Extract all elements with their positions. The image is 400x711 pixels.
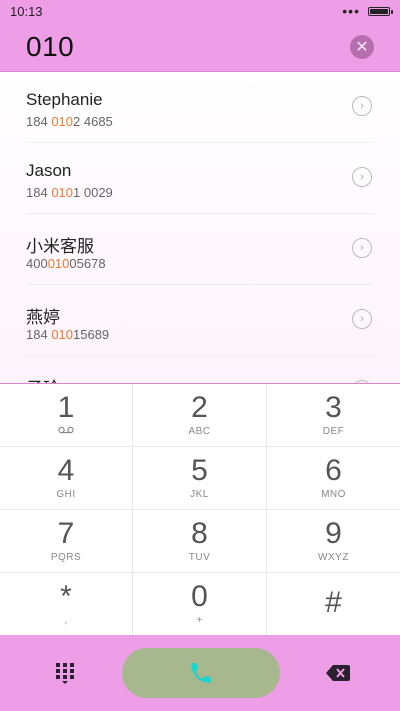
dialer-action-bar xyxy=(0,635,400,711)
key-letters: + xyxy=(196,615,203,626)
close-icon: ✕ xyxy=(355,38,369,56)
key-letters: , xyxy=(64,615,68,626)
key-digit: 3 xyxy=(325,391,342,424)
key-3[interactable]: 3 DEF xyxy=(267,384,400,447)
status-bar: 10:13 ••• xyxy=(0,0,400,22)
key-star[interactable]: * , xyxy=(0,573,133,636)
status-time: 10:13 xyxy=(10,3,43,19)
dialpad-toggle-button[interactable] xyxy=(55,662,75,684)
key-2[interactable]: 2 ABC xyxy=(133,384,267,447)
key-9[interactable]: 9 WXYZ xyxy=(267,510,400,573)
contact-number: 40001005678 xyxy=(26,256,106,271)
battery-icon xyxy=(368,6,393,16)
voicemail-icon xyxy=(58,426,74,437)
contact-number: 184 01015689 xyxy=(26,327,110,342)
key-digit: 0 xyxy=(191,580,208,613)
number-match: 010 xyxy=(51,114,74,129)
number-match: 010 xyxy=(47,256,70,271)
key-letters: TUV xyxy=(188,552,211,563)
key-digit: 5 xyxy=(191,454,208,487)
key-letters: WXYZ xyxy=(318,552,349,563)
key-digit: # xyxy=(325,585,342,619)
key-4[interactable]: 4 GHI xyxy=(0,447,133,510)
key-digit: 9 xyxy=(325,517,342,550)
contact-name: 小米客服 xyxy=(26,237,94,256)
result-row[interactable]: Jason 184 0101 0029 › xyxy=(26,143,374,214)
key-digit: 1 xyxy=(57,391,75,424)
chevron-right-icon[interactable]: › xyxy=(352,167,372,187)
number-match: 010 xyxy=(51,185,74,200)
key-6[interactable]: 6 MNO xyxy=(267,447,400,510)
key-7[interactable]: 7 PQRS xyxy=(0,510,133,573)
key-5[interactable]: 5 JKL xyxy=(133,447,267,510)
clear-button[interactable]: ✕ xyxy=(350,34,374,59)
key-letters: MNO xyxy=(321,489,346,500)
status-icons: ••• xyxy=(342,3,393,19)
result-row[interactable]: 子玲 › xyxy=(26,356,374,383)
chevron-right-icon[interactable]: › xyxy=(352,96,372,116)
key-digit: 2 xyxy=(191,391,208,424)
call-button[interactable] xyxy=(121,648,280,698)
dialpad-icon xyxy=(56,663,74,684)
key-1[interactable]: 1 xyxy=(0,384,133,447)
key-0[interactable]: 0 + xyxy=(133,573,267,636)
contact-name: Jason xyxy=(26,161,72,180)
contact-name: Stephanie xyxy=(26,90,103,109)
phone-icon xyxy=(190,663,211,683)
chevron-right-icon[interactable]: › xyxy=(352,238,372,258)
key-digit: 4 xyxy=(57,454,75,487)
result-row[interactable]: Stephanie 184 0102 4685 › xyxy=(26,72,374,143)
contact-number: 184 0102 4685 xyxy=(26,114,113,129)
result-row[interactable]: 燕婷 184 01015689 › xyxy=(26,285,374,356)
key-letters: JKL xyxy=(190,489,209,500)
key-8[interactable]: 8 TUV xyxy=(133,510,267,573)
backspace-button[interactable] xyxy=(326,665,350,681)
search-results-list[interactable]: Stephanie 184 0102 4685 › Jason 184 0101… xyxy=(0,72,400,383)
key-digit: 7 xyxy=(57,517,75,550)
contact-number: 184 0101 0029 xyxy=(26,185,113,200)
key-hash[interactable]: # xyxy=(267,573,400,636)
chevron-right-icon[interactable]: › xyxy=(352,309,372,329)
overflow-dots-icon: ••• xyxy=(342,3,360,19)
contact-name: 子玲 xyxy=(26,374,60,383)
dial-number-input[interactable]: 010 xyxy=(26,31,74,63)
key-letters: ABC xyxy=(188,426,211,437)
key-letters: GHI xyxy=(56,489,76,500)
result-row[interactable]: 小米客服 40001005678 › xyxy=(26,214,374,285)
key-digit: 6 xyxy=(325,454,342,487)
key-digit: 8 xyxy=(191,517,208,550)
key-digit: * xyxy=(60,580,72,613)
key-letters: DEF xyxy=(322,426,345,437)
key-letters: PQRS xyxy=(50,552,82,563)
contact-name: 燕婷 xyxy=(26,308,60,327)
dialpad: 1 2 ABC 3 DEF 4 GHI 5 JKL 6 MNO 7 PQRS 8… xyxy=(0,383,400,636)
backspace-icon xyxy=(326,665,350,681)
number-match: 010 xyxy=(51,327,74,342)
dialer-header: 010 ✕ xyxy=(0,22,400,72)
